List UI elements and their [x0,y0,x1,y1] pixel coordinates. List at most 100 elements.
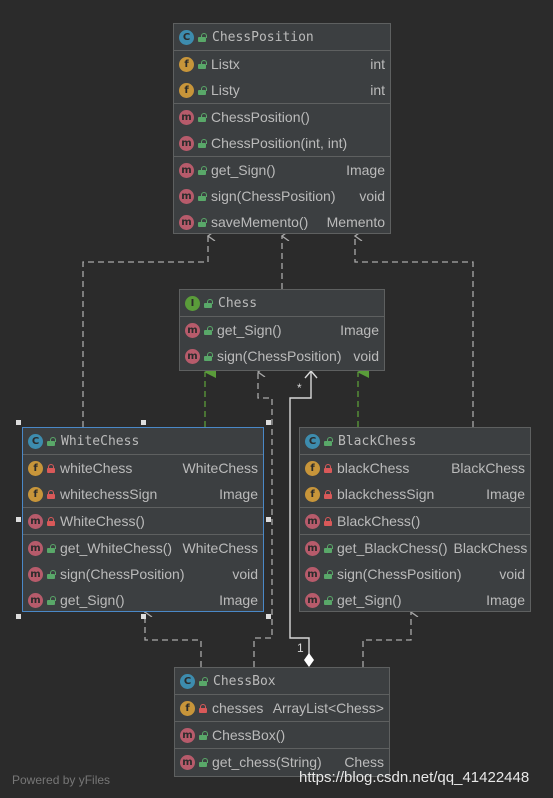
field-row[interactable]: f Listy int [174,77,390,103]
member-type: WhiteChess [182,540,258,556]
method-icon: m [179,188,194,204]
class-header: C ChessBox [175,668,389,695]
constructor-row[interactable]: m WhiteChess() [23,508,263,534]
member-type: Image [219,592,258,608]
member-name: get_Sign() [337,592,402,608]
class-name: WhiteChess [61,433,140,449]
method-row[interactable]: m get_Sign() Image [174,157,390,183]
member-name: saveMemento() [211,214,309,230]
member-type: void [359,188,385,204]
member-name: WhiteChess() [60,513,145,529]
resize-handle[interactable] [266,420,271,425]
powered-by-footer: Powered by yFiles [12,773,111,787]
method-row[interactable]: m get_WhiteChess() WhiteChess [23,535,263,561]
methods-section: m get_WhiteChess() WhiteChess m sign(ChessP… [23,535,263,613]
private-lock-icon [324,463,332,473]
constructor-row[interactable]: m ChessBox() [175,722,389,748]
member-name: whiteChess [60,460,133,476]
class-name: Chess [218,295,258,311]
method-row[interactable]: m get_Sign() Image [300,587,530,613]
method-row[interactable]: m sign(ChessPosition) void [180,343,384,369]
class-header: C BlackChess [300,428,530,455]
field-row[interactable]: f blackChess BlackChess [300,455,530,481]
member-name: sign(ChessPosition) [60,566,185,582]
method-row[interactable]: m get_Sign() Image [180,317,384,343]
method-row[interactable]: m saveMemento() Memento [174,209,390,235]
member-type: int [370,82,385,98]
method-icon: m [179,162,194,178]
constructor-row[interactable]: m ChessPosition() [174,104,390,130]
method-row[interactable]: m get_Sign() Image [23,587,263,613]
method-row[interactable]: m get_BlackChess() BlackChess [300,535,530,561]
fields-section: f blackChess BlackChess f blackchessSign Ima… [300,455,530,508]
field-row[interactable]: f Listx int [174,51,390,77]
method-icon: m [179,109,194,125]
class-name: BlackChess [338,433,417,449]
member-name: get_chess(String) [212,754,322,770]
private-lock-icon [47,516,55,526]
class-blackchess[interactable]: C BlackChess f blackChess BlackChess f blac… [299,427,531,612]
methods-section: m get_Sign() Image m sign(ChessPosition) voi… [180,317,384,369]
field-row[interactable]: f blackchessSign Image [300,481,530,507]
class-kind-icon: C [28,433,43,449]
resize-handle[interactable] [266,517,271,522]
method-icon: m [180,727,195,743]
abstract-method-icon: m [185,322,200,338]
member-type: Image [340,322,379,338]
interface-chess[interactable]: I Chess m get_Sign() Image m sign(ChessPosi… [179,289,385,371]
member-name: blackchessSign [337,486,435,502]
constructors-section: m ChessPosition() m ChessPosition(int, int… [174,104,390,157]
resize-handle[interactable] [16,517,21,522]
field-icon: f [28,486,43,502]
class-header: I Chess [180,290,384,317]
resize-handle[interactable] [141,614,146,619]
field-icon: f [179,82,194,98]
public-lock-icon [47,543,56,553]
public-lock-icon [324,569,333,579]
resize-handle[interactable] [141,420,146,425]
member-name: get_Sign() [211,162,276,178]
private-lock-icon [47,489,55,499]
member-name: Listx [211,56,240,72]
public-lock-icon [204,298,213,308]
field-row[interactable]: f whiteChess WhiteChess [23,455,263,481]
method-row[interactable]: m sign(ChessPosition) void [174,183,390,209]
class-kind-icon: C [179,29,194,45]
member-name: sign(ChessPosition) [211,188,336,204]
constructor-row[interactable]: m BlackChess() [300,508,530,534]
edge-chessbox-whitechess [145,612,202,667]
resize-handle[interactable] [266,614,271,619]
public-lock-icon [47,595,56,605]
method-icon: m [28,513,43,529]
member-name: ChessPosition() [211,109,310,125]
resize-handle[interactable] [16,614,21,619]
methods-section: m get_BlackChess() BlackChess m sign(ChessP… [300,535,530,613]
member-type: Image [486,486,525,502]
abstract-method-icon: m [185,348,200,364]
resize-handle[interactable] [16,420,21,425]
field-row[interactable]: f whitechessSign Image [23,481,263,507]
multiplicity-one: 1 [297,641,304,655]
field-row[interactable]: f chesses ArrayList<Chess> [175,695,389,721]
method-row[interactable]: m sign(ChessPosition) void [300,561,530,587]
class-kind-icon: C [305,433,320,449]
member-type: WhiteChess [182,460,258,476]
public-lock-icon [324,436,333,446]
public-lock-icon [204,351,213,361]
class-chessbox[interactable]: C ChessBox f chesses ArrayList<Chess> m Che… [174,667,390,777]
multiplicity-many: * [297,381,302,395]
constructors-section: m BlackChess() [300,508,530,535]
member-name: get_Sign() [217,322,282,338]
method-icon: m [180,754,195,770]
aggregation-diamond [304,653,314,667]
constructors-section: m ChessBox() [175,722,389,749]
class-chessposition[interactable]: C ChessPosition f Listx int f Listy int m Che… [173,23,391,234]
fields-section: f Listx int f Listy int [174,51,390,104]
class-header: C WhiteChess [23,428,263,455]
method-row[interactable]: m sign(ChessPosition) void [23,561,263,587]
member-name: sign(ChessPosition) [217,348,342,364]
public-lock-icon [199,757,208,767]
public-lock-icon [198,112,207,122]
class-whitechess[interactable]: C WhiteChess f whiteChess WhiteChess f whit… [22,427,264,612]
constructor-row[interactable]: m ChessPosition(int, int) [174,130,390,156]
